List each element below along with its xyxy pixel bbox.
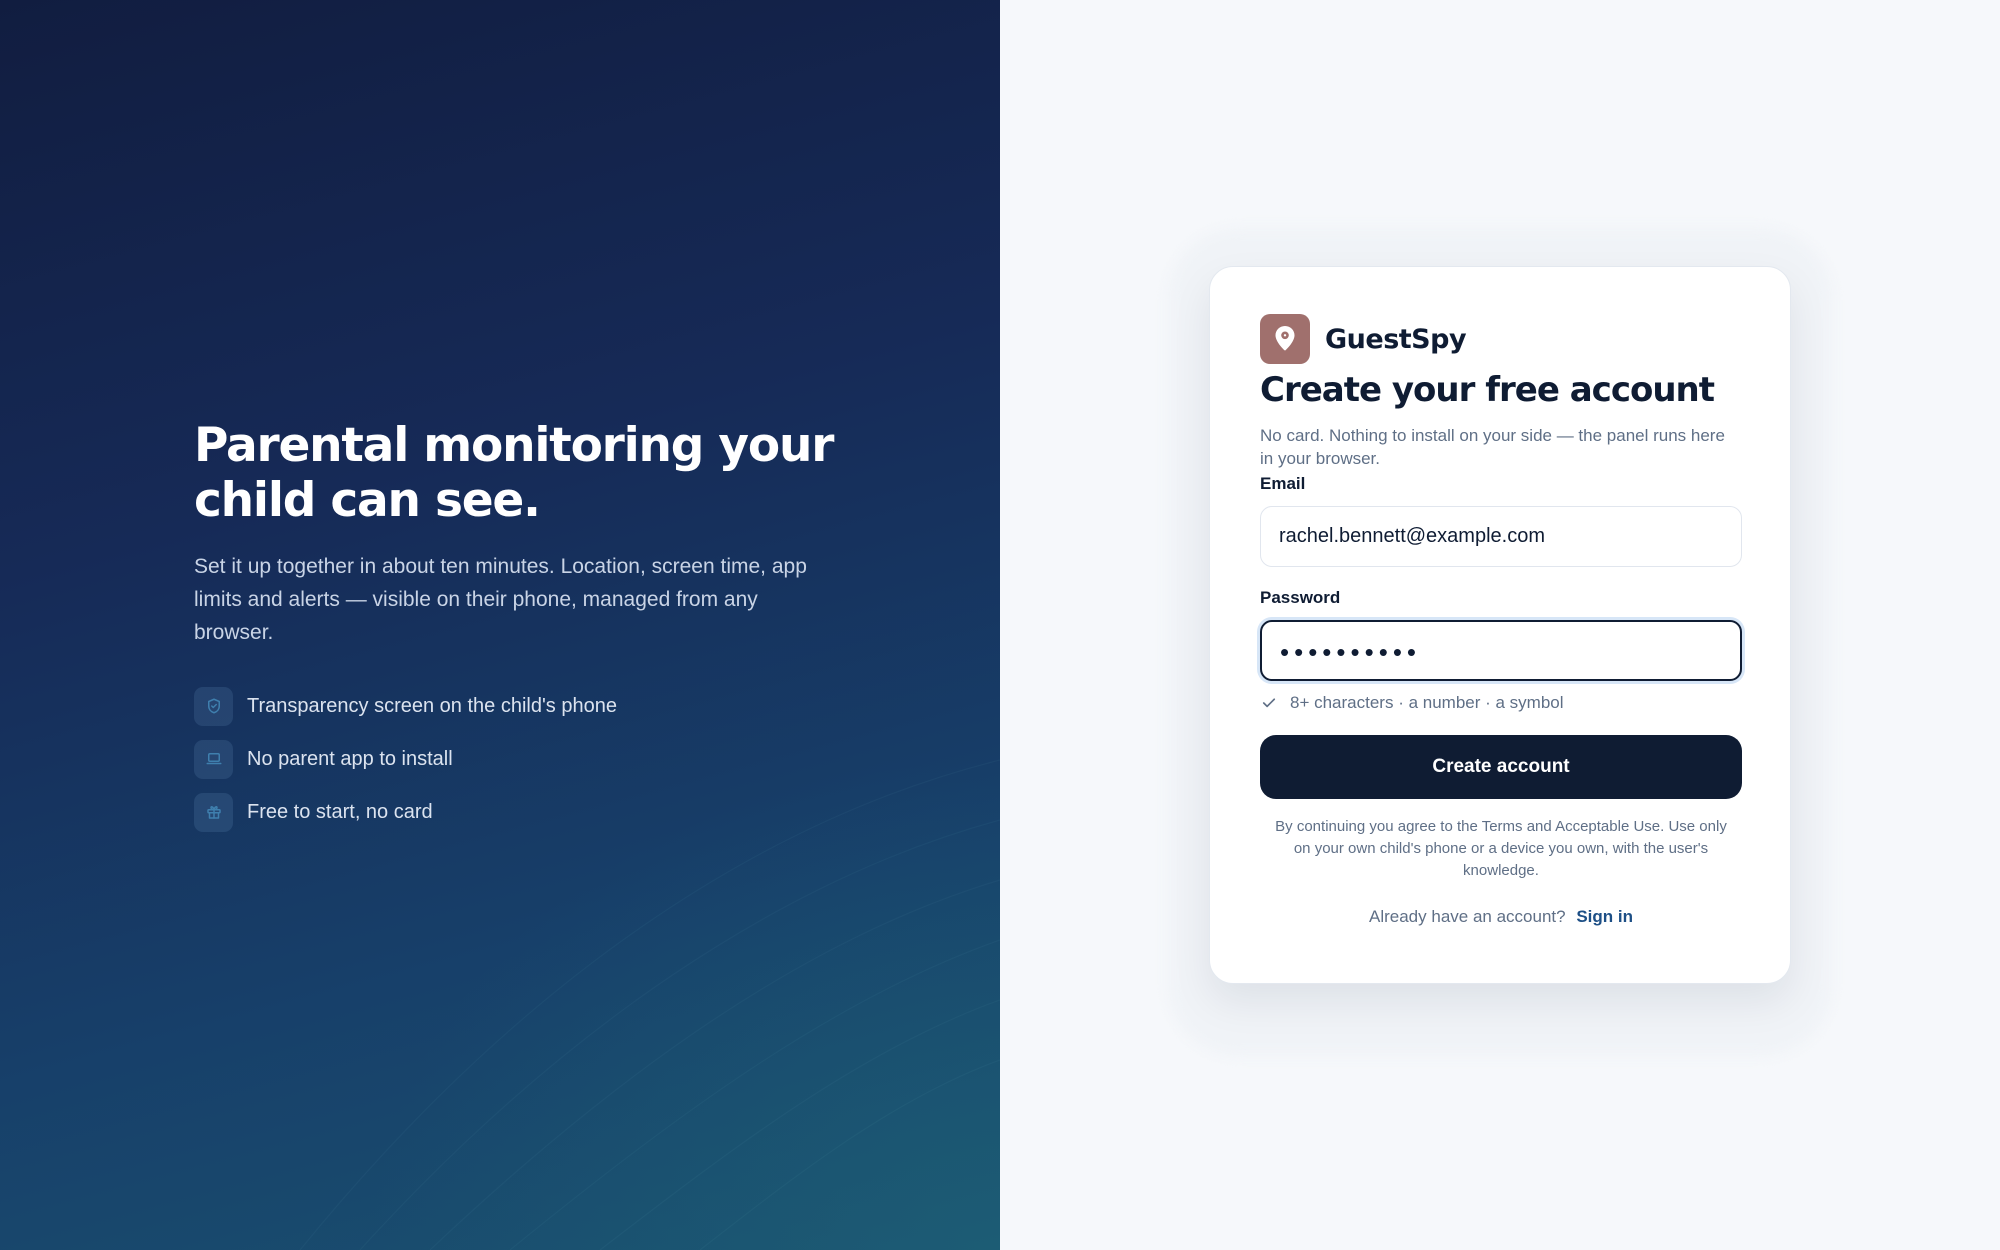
signin-prompt: Already have an account? [1369,907,1566,926]
feature-label: Free to start, no card [247,800,433,823]
hero-panel: Parental monitoring your child can see. … [0,0,1000,1250]
password-value: •••••••••• [1280,636,1422,667]
create-account-button[interactable]: Create account [1260,735,1742,799]
password-hint: 8+ characters · a number · a symbol [1260,693,1741,713]
signin-link[interactable]: Sign in [1576,907,1633,926]
hero-subtitle: Set it up together in about ten minutes.… [194,555,807,644]
password-hint-text: 8+ characters · a number · a symbol [1290,693,1564,712]
hero-title: Parental monitoring your child can see. [194,418,834,528]
card-subtitle: No card. Nothing to install on your side… [1260,426,1725,468]
password-label: Password [1260,588,1341,607]
hero-content: Parental monitoring your child can see. … [194,418,834,845]
brand-name: GuestSpy [1325,323,1467,355]
feature-item: No parent app to install [194,739,834,779]
brand-logo [1260,314,1310,364]
laptop-icon [194,739,233,779]
feature-label: No parent app to install [247,747,453,770]
email-label: Email [1260,474,1306,493]
feature-item: Transparency screen on the child's phone [194,686,834,726]
email-value: rachel.bennett@example.com [1279,525,1545,547]
feature-list: Transparency screen on the child's phone… [194,686,834,832]
check-icon [1262,698,1276,708]
gift-icon [194,792,233,832]
legal-notice: By continuing you agree to the Terms and… [1275,818,1727,879]
card-title: Create your free account [1260,370,1715,410]
feature-item: Free to start, no card [194,792,834,832]
feature-label: Transparency screen on the child's phone [247,694,617,717]
shield-icon [194,686,233,726]
brand: GuestSpy [1260,314,1741,364]
location-pin-icon [1275,326,1295,351]
email-field[interactable]: rachel.bennett@example.com [1260,506,1742,567]
password-field[interactable]: •••••••••• [1260,620,1742,681]
signup-card: GuestSpy Create your free account No car… [1209,266,1791,984]
signin-row: Already have an account? Sign in [1260,907,1742,927]
